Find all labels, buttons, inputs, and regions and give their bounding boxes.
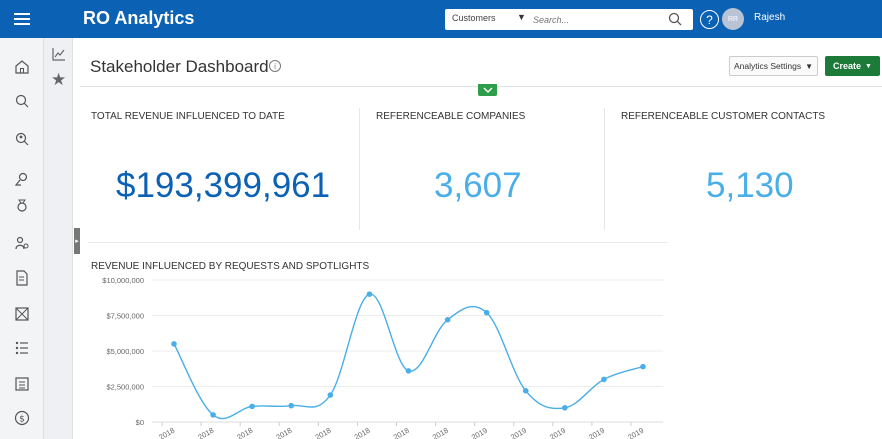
data-point bbox=[249, 403, 255, 410]
top-bar: RO Analytics Customers ▼ ? RR Rajesh bbox=[0, 0, 882, 38]
data-point bbox=[601, 376, 607, 383]
favorites-star-icon[interactable]: ★ bbox=[51, 71, 67, 88]
data-point bbox=[405, 368, 412, 374]
search-type-select[interactable]: Customers bbox=[452, 13, 496, 23]
kpi-total-revenue-value: $193,399,961 bbox=[116, 166, 331, 205]
global-search: Customers ▼ bbox=[445, 9, 693, 30]
calendar-icon[interactable] bbox=[10, 372, 34, 396]
x-tick-label: 2019 bbox=[626, 426, 645, 439]
search-icon[interactable] bbox=[667, 11, 683, 27]
award-icon[interactable] bbox=[10, 194, 34, 218]
data-point bbox=[483, 309, 490, 316]
collapse-header-chevron-icon[interactable] bbox=[478, 84, 497, 96]
info-icon[interactable]: i bbox=[269, 60, 281, 72]
reference-search-icon[interactable] bbox=[10, 168, 34, 192]
x-tick-label: 2018 bbox=[314, 426, 333, 439]
x-tick-label: 2019 bbox=[470, 426, 489, 439]
x-tick-label: 2018 bbox=[392, 426, 411, 439]
spotlight-icon[interactable] bbox=[10, 302, 34, 326]
help-icon[interactable]: ? bbox=[700, 10, 719, 29]
kpi-total-revenue-label: TOTAL REVENUE INFLUENCED TO DATE bbox=[91, 111, 285, 122]
x-tick-label: 2019 bbox=[509, 426, 528, 439]
chart-title: REVENUE INFLUENCED BY REQUESTS AND SPOTL… bbox=[91, 261, 370, 272]
x-tick-label: 2019 bbox=[548, 426, 567, 439]
series-line bbox=[173, 293, 644, 420]
content-icon[interactable] bbox=[10, 266, 34, 290]
search-icon[interactable] bbox=[10, 89, 34, 113]
kpi-section-divider bbox=[88, 242, 668, 243]
x-tick-label: 2018 bbox=[235, 426, 254, 439]
data-point bbox=[562, 405, 568, 411]
list-icon[interactable] bbox=[10, 336, 34, 360]
analytics-icon[interactable] bbox=[51, 46, 67, 62]
data-point bbox=[640, 363, 646, 370]
kpi-divider bbox=[604, 108, 605, 230]
x-tick-label: 2018 bbox=[196, 426, 215, 439]
caret-down-icon[interactable]: ▼ bbox=[517, 12, 526, 22]
kpi-companies-label: REFERENCEABLE COMPANIES bbox=[376, 111, 526, 122]
x-tick-label: 2018 bbox=[431, 426, 450, 439]
x-tick-label: 2019 bbox=[587, 426, 606, 439]
create-button[interactable]: Create ▼ bbox=[825, 56, 880, 76]
avatar[interactable]: RR bbox=[722, 8, 744, 30]
data-point bbox=[210, 412, 216, 418]
data-point bbox=[327, 392, 334, 398]
kpi-divider bbox=[359, 108, 360, 230]
caret-down-icon: ▼ bbox=[865, 62, 872, 70]
analytics-settings-label: Analytics Settings bbox=[733, 61, 802, 71]
user-name[interactable]: Rajesh bbox=[754, 12, 785, 23]
y-tick-label: $10,000,000 bbox=[102, 276, 144, 285]
hamburger-menu-icon[interactable] bbox=[0, 0, 44, 38]
search-input[interactable] bbox=[533, 11, 663, 28]
customer-search-icon[interactable] bbox=[10, 127, 34, 151]
kpi-contacts-value: 5,130 bbox=[706, 166, 794, 205]
dollar-icon[interactable]: $ bbox=[10, 406, 34, 430]
data-point bbox=[366, 291, 373, 297]
x-tick-label: 2018 bbox=[275, 426, 294, 439]
y-tick-label: $7,500,000 bbox=[106, 312, 144, 321]
analytics-subnav: ★ bbox=[44, 38, 73, 439]
app-title[interactable]: RO Analytics bbox=[83, 8, 194, 29]
expand-panel-icon[interactable]: ▸ bbox=[74, 228, 80, 254]
page-title: Stakeholder Dashboard bbox=[90, 57, 269, 76]
left-nav: $ bbox=[0, 38, 44, 439]
kpi-companies-value: 3,607 bbox=[434, 166, 522, 205]
home-icon[interactable] bbox=[10, 55, 34, 79]
data-point bbox=[288, 402, 295, 409]
data-point bbox=[171, 341, 177, 347]
x-tick-label: 2018 bbox=[353, 426, 372, 439]
analytics-settings-button[interactable]: Analytics Settings ▼ bbox=[729, 56, 818, 76]
svg-text:$: $ bbox=[19, 415, 25, 425]
kpi-contacts-label: REFERENCEABLE CUSTOMER CONTACTS bbox=[621, 111, 826, 122]
y-tick-label: $5,000,000 bbox=[106, 347, 144, 356]
create-label: Create bbox=[833, 61, 862, 71]
y-tick-label: $2,500,000 bbox=[106, 383, 144, 392]
users-icon[interactable] bbox=[10, 231, 34, 255]
x-tick-label: 2018 bbox=[157, 426, 176, 439]
caret-down-icon: ▼ bbox=[805, 61, 813, 71]
y-tick-label: $0 bbox=[136, 418, 144, 427]
data-point bbox=[444, 316, 451, 323]
data-point bbox=[522, 387, 529, 394]
revenue-line-chart: $0 $2,500,000 $5,000,000 $7,500,000 $10,000,… bbox=[102, 276, 663, 439]
